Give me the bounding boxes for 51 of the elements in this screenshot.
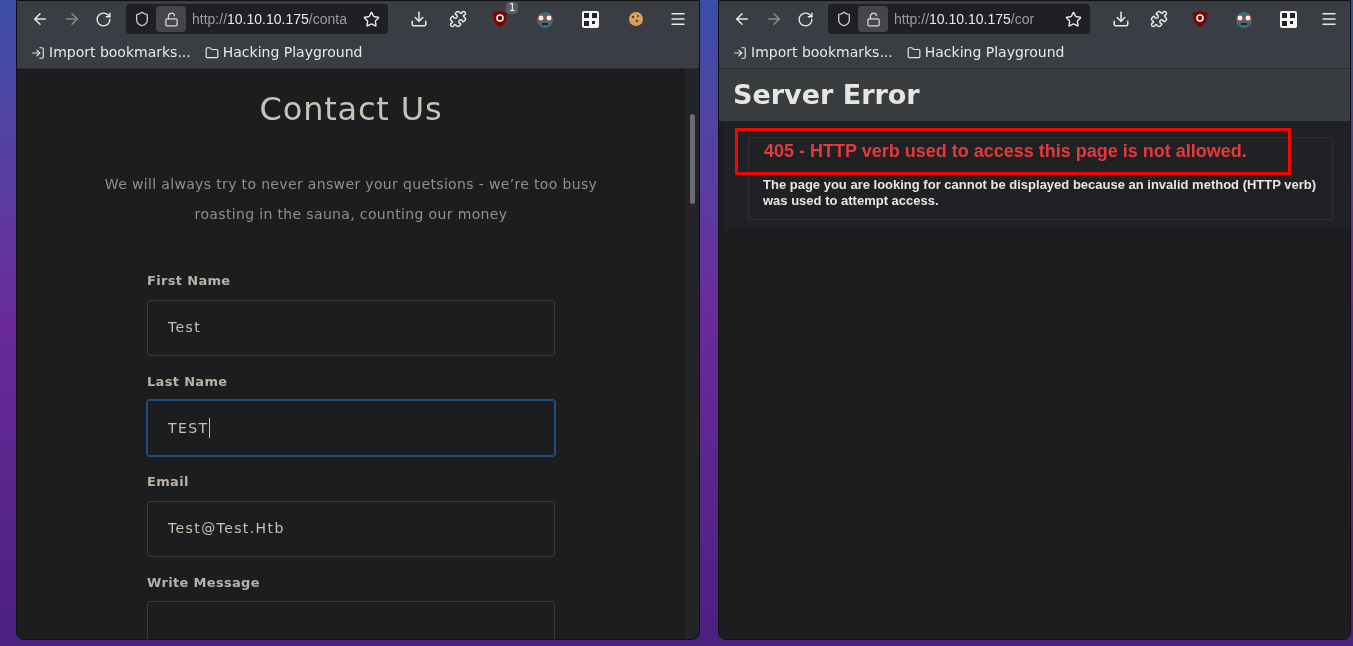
goggles-face-icon[interactable] <box>1234 10 1254 28</box>
download-icon[interactable] <box>410 10 428 28</box>
bookmark-item[interactable]: Import bookmarks... <box>31 42 191 63</box>
qr-code-icon[interactable] <box>1279 10 1297 28</box>
bookmark-item[interactable]: Hacking Playground <box>204 42 363 63</box>
cookie-icon[interactable] <box>627 11 644 27</box>
shield-icon[interactable] <box>1192 10 1208 28</box>
page-title: Contact Us <box>259 89 443 129</box>
goggles-face-icon[interactable] <box>535 10 556 28</box>
page-header: Server Error <box>719 69 1350 121</box>
folder-icon <box>906 45 921 60</box>
field-label: First Name <box>147 272 232 290</box>
text-field[interactable]: Test <box>147 299 555 356</box>
reload-icon[interactable] <box>797 10 814 28</box>
download-icon[interactable] <box>1112 10 1130 28</box>
url-text: http://10.10.10.175/cor <box>894 9 1036 29</box>
bookmark-item[interactable]: Hacking Playground <box>906 42 1065 63</box>
scrollbar-thumb[interactable] <box>689 114 695 204</box>
field-label: Write Message <box>147 573 261 592</box>
address-bar[interactable]: http://10.10.10.175/conta <box>126 4 388 34</box>
error-message: The page you are looking for cannot be displayed because an invalid method (HTTP verb) was used to attempt access. <box>763 177 1318 209</box>
folder-icon <box>204 45 219 60</box>
back-icon[interactable] <box>31 10 49 28</box>
shield-icon[interactable] <box>492 10 509 28</box>
puzzle-icon[interactable] <box>1150 10 1168 28</box>
field-label: Email <box>147 473 190 491</box>
reload-icon[interactable] <box>95 10 112 28</box>
intro-text: We will always try to never answer your quetsions - we’re too busy roasting in the sauna, counting our money <box>103 175 599 224</box>
import-icon <box>733 45 747 60</box>
star-icon[interactable] <box>363 10 380 28</box>
forward-icon[interactable] <box>765 10 783 28</box>
import-icon <box>31 45 45 60</box>
notification-badge: 1 <box>505 2 519 14</box>
url-text: http://10.10.10.175/conta <box>192 9 348 29</box>
text-field[interactable]: Test@Test.Htb <box>147 500 555 557</box>
menu-icon[interactable] <box>1320 10 1338 28</box>
bookmark-item[interactable]: Import bookmarks... <box>733 42 893 63</box>
star-icon[interactable] <box>1065 10 1082 28</box>
error-heading: 405 - HTTP verb used to access this page is not allowed. <box>735 128 1291 175</box>
address-bar[interactable]: http://10.10.10.175/cor <box>828 4 1090 34</box>
insecure-lock-icon[interactable] <box>163 11 179 27</box>
field-label: Last Name <box>147 372 229 391</box>
back-icon[interactable] <box>733 10 751 28</box>
shield-icon[interactable] <box>836 11 852 27</box>
puzzle-icon[interactable] <box>449 10 468 28</box>
insecure-lock-icon[interactable] <box>865 11 881 27</box>
shield-icon[interactable] <box>134 11 150 27</box>
menu-icon[interactable] <box>668 10 687 28</box>
forward-icon[interactable] <box>63 10 81 28</box>
text-field[interactable]: TEST <box>147 400 555 456</box>
qr-code-icon[interactable] <box>582 10 600 28</box>
